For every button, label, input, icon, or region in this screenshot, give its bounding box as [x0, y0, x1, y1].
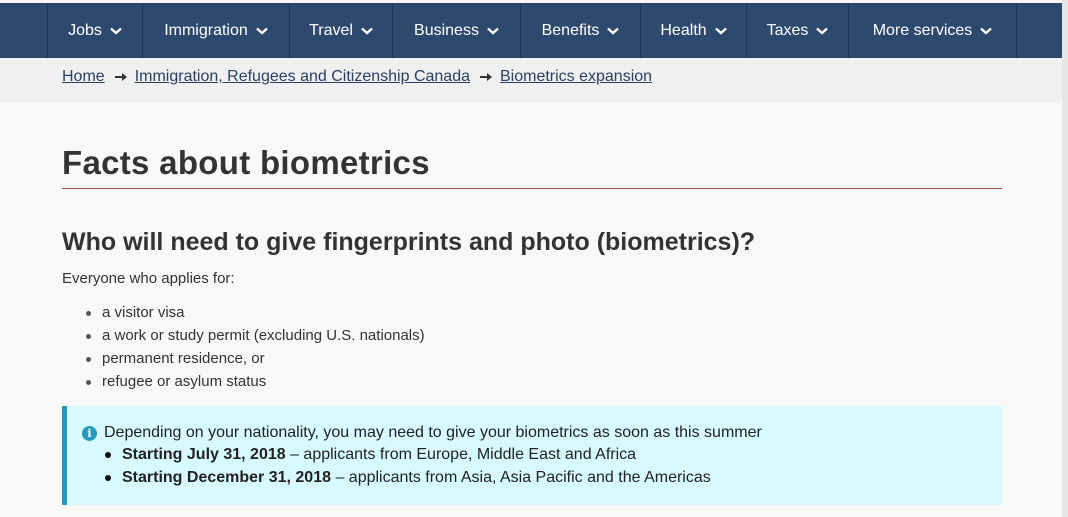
- main-menu: Jobs Immigration Travel Business Benefit…: [0, 3, 1062, 58]
- nav-item-business[interactable]: Business: [392, 3, 520, 58]
- alert-text: Depending on your nationality, you may n…: [104, 424, 762, 441]
- nav-item-more-services[interactable]: More services: [848, 3, 1017, 58]
- nav-item-label: Health: [660, 21, 707, 39]
- list-item: Starting December 31, 2018 – applicants …: [105, 469, 711, 492]
- intro-text: Everyone who applies for:: [62, 270, 235, 287]
- section-heading: Who will need to give fingerprints and p…: [62, 228, 756, 256]
- breadcrumb: Home Immigration, Refugees and Citizensh…: [62, 68, 652, 86]
- list-item: refugee or asylum status: [86, 373, 425, 396]
- breadcrumb-bar: Home Immigration, Refugees and Citizensh…: [0, 58, 1062, 103]
- chevron-down-icon: [980, 27, 993, 35]
- nav-item-label: Benefits: [541, 21, 600, 39]
- list-item: a work or study permit (excluding U.S. n…: [86, 327, 425, 350]
- nav-item-benefits[interactable]: Benefits: [520, 3, 640, 58]
- chevron-down-icon: [816, 27, 829, 35]
- nav-item-label: Taxes: [766, 21, 809, 39]
- page: Jobs Immigration Travel Business Benefit…: [0, 0, 1068, 517]
- list-item: Starting July 31, 2018 – applicants from…: [105, 446, 711, 469]
- breadcrumb-home-link[interactable]: Home: [62, 68, 105, 86]
- nav-item-label: Immigration: [164, 21, 248, 39]
- applicant-list: a visitor visa a work or study permit (e…: [86, 304, 425, 396]
- list-item: permanent residence, or: [86, 350, 425, 373]
- nav-item-label: Business: [414, 21, 479, 39]
- nav-item-travel[interactable]: Travel: [289, 3, 392, 58]
- breadcrumb-ircc-link[interactable]: Immigration, Refugees and Citizenship Ca…: [135, 68, 470, 86]
- list-item: a visitor visa: [86, 304, 425, 327]
- chevron-down-icon: [255, 27, 268, 35]
- chevron-down-icon: [714, 27, 727, 35]
- nav-item-jobs[interactable]: Jobs: [47, 3, 142, 58]
- alert-detail: – applicants from Asia, Asia Pacific and…: [331, 469, 711, 486]
- info-alert: i Depending on your nationality, you may…: [62, 406, 1002, 505]
- nav-item-taxes[interactable]: Taxes: [746, 3, 848, 58]
- chevron-down-icon: [110, 27, 122, 35]
- title-divider: [62, 188, 1002, 189]
- chevron-down-icon: [361, 27, 373, 35]
- nav-item-immigration[interactable]: Immigration: [142, 3, 289, 58]
- chevron-down-icon: [487, 27, 499, 35]
- nav-item-label: Jobs: [68, 21, 102, 39]
- breadcrumb-biometrics-link[interactable]: Biometrics expansion: [500, 68, 652, 86]
- alert-list: Starting July 31, 2018 – applicants from…: [105, 446, 711, 492]
- arrow-right-icon: [114, 73, 127, 81]
- alert-heading: i Depending on your nationality, you may…: [82, 424, 762, 442]
- nav-item-label: Travel: [309, 21, 353, 39]
- alert-detail: – applicants from Europe, Middle East an…: [285, 446, 637, 463]
- page-title: Facts about biometrics: [62, 144, 430, 181]
- alert-date: Starting December 31, 2018: [122, 469, 331, 486]
- chevron-down-icon: [607, 27, 620, 35]
- nav-item-label: More services: [872, 21, 973, 39]
- arrow-right-icon: [479, 73, 492, 81]
- alert-date: Starting July 31, 2018: [122, 446, 286, 463]
- scrollbar[interactable]: [1062, 0, 1068, 517]
- nav-item-health[interactable]: Health: [640, 3, 746, 58]
- info-icon: i: [82, 425, 97, 441]
